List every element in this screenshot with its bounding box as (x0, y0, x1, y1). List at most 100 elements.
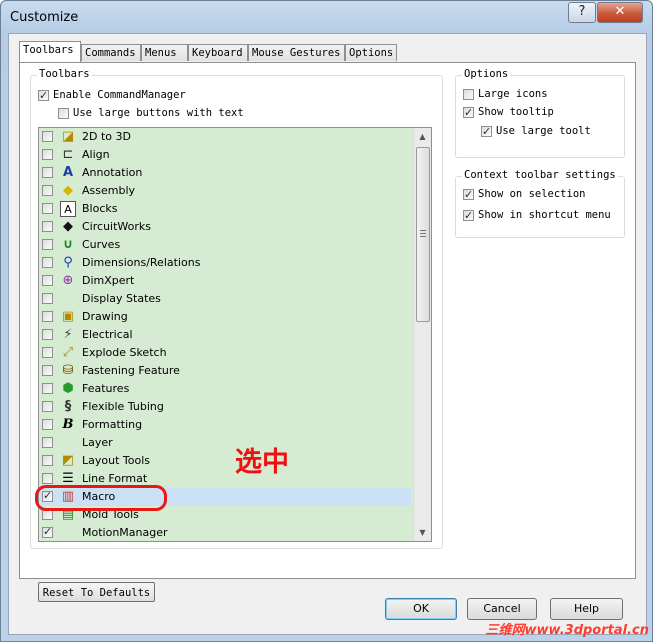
toolbar-checkbox[interactable] (42, 419, 53, 430)
help-title-button[interactable]: ? (568, 2, 596, 23)
toolbar-checkbox[interactable] (42, 221, 53, 232)
toolbar-checkbox[interactable] (42, 149, 53, 160)
toolbar-checkbox[interactable] (42, 257, 53, 268)
toolbars-group-legend: Toolbars (37, 68, 92, 80)
toolbar-label: CircuitWorks (82, 220, 151, 233)
enable-commandmanager-checkbox[interactable] (38, 88, 49, 104)
list-scrollbar[interactable]: ▲ ▼ (413, 128, 431, 541)
watermark-text: 三维网www.3dportal.cn (485, 623, 649, 638)
toolbar-checkbox[interactable] (42, 185, 53, 196)
cancel-button[interactable]: Cancel (467, 598, 537, 620)
toolbar-checkbox[interactable] (42, 203, 53, 214)
tab-mouse-gestures[interactable]: Mouse Gestures (248, 44, 345, 61)
toolbar-label: Annotation (82, 166, 143, 179)
toolbar-checkbox[interactable] (42, 293, 53, 304)
large-tooltips-label: Use large toolt (496, 125, 591, 137)
grip-line (420, 236, 426, 237)
list-item[interactable]: ◆ Assembly (39, 182, 411, 200)
toolbar-label: Assembly (82, 184, 136, 197)
toolbar-checkbox[interactable] (42, 525, 53, 538)
ok-button[interactable]: OK (385, 598, 457, 620)
tab-toolbars[interactable]: Toolbars (19, 41, 81, 62)
list-item[interactable]: ⛁ Fastening Feature (39, 362, 411, 380)
close-button[interactable]: ✕ (597, 2, 643, 23)
list-item[interactable]: ▣ Drawing (39, 308, 411, 326)
drawing-icon: ▣ (61, 309, 75, 324)
toolbar-checkbox[interactable] (42, 455, 53, 466)
list-item[interactable]: ⬢ Features (39, 380, 411, 398)
large-icons-option[interactable]: Large icons (463, 86, 548, 102)
scroll-thumb[interactable] (416, 147, 430, 322)
toolbar-checkbox[interactable] (42, 329, 53, 340)
list-item[interactable]: Layer (39, 434, 411, 452)
toolbar-label: Flexible Tubing (82, 400, 164, 413)
tab-commands[interactable]: Commands (81, 44, 141, 61)
list-item[interactable]: ⊕ DimXpert (39, 272, 411, 290)
large-buttons-text-option[interactable]: Use large buttons with text (58, 105, 244, 121)
list-item[interactable]: ⚲ Dimensions/Relations (39, 254, 411, 272)
toolbar-checkbox[interactable] (42, 275, 53, 286)
large-tooltips-option[interactable]: Use large toolt (481, 123, 591, 140)
list-item[interactable]: ◪ 2D to 3D (39, 128, 411, 146)
enable-commandmanager-option[interactable]: Enable CommandManager (38, 87, 186, 104)
toolbar-checkbox[interactable] (42, 311, 53, 322)
large-buttons-text-checkbox[interactable] (58, 107, 69, 119)
tab-options[interactable]: Options (345, 44, 397, 61)
show-on-selection-checkbox[interactable] (463, 187, 474, 203)
help-button[interactable]: Help (550, 598, 623, 620)
reset-to-defaults-button[interactable]: Reset To Defaults (38, 582, 155, 602)
show-tooltip-checkbox[interactable] (463, 105, 474, 121)
list-item[interactable]: ⚡ Electrical (39, 326, 411, 344)
large-icons-checkbox[interactable] (463, 88, 474, 100)
dialog-client-area: Toolbars Commands Menus Keyboard Mouse G… (8, 33, 647, 635)
toolbar-checkbox[interactable] (42, 437, 53, 448)
list-item[interactable]: A Blocks (39, 200, 411, 218)
list-item[interactable]: B Formatting (39, 416, 411, 434)
options-group: Options Large icons Show tooltip Use lar… (455, 68, 625, 158)
list-item[interactable]: ⊏ Align (39, 146, 411, 164)
toolbar-checkbox[interactable] (42, 167, 53, 178)
list-item[interactable]: ◆ CircuitWorks (39, 218, 411, 236)
toolbar-label: Formatting (82, 418, 143, 431)
toolbar-label: Blocks (82, 202, 118, 215)
show-tooltip-option[interactable]: Show tooltip (463, 104, 554, 121)
toolbar-label: Explode Sketch (82, 346, 167, 359)
toolbar-checkbox[interactable] (42, 383, 53, 394)
show-on-selection-option[interactable]: Show on selection (463, 186, 585, 203)
toolbar-label: Features (82, 382, 130, 395)
list-item[interactable]: § Flexible Tubing (39, 398, 411, 416)
list-item[interactable]: ◩ Layout Tools (39, 452, 411, 470)
title-bar[interactable]: Customize ? ✕ (1, 1, 652, 34)
large-tooltips-checkbox[interactable] (481, 124, 492, 140)
toolbar-checkbox[interactable] (42, 401, 53, 412)
toolbar-label: MotionManager (82, 526, 168, 539)
scroll-up-arrow-icon[interactable]: ▲ (414, 128, 431, 145)
toolbar-checkbox[interactable] (42, 131, 53, 142)
toolbar-label: Align (82, 148, 110, 161)
tab-menus[interactable]: Menus (141, 44, 188, 61)
list-item[interactable]: MotionManager (39, 524, 411, 541)
annotation-highlight-ring (35, 485, 167, 511)
list-item[interactable]: ∪ Curves (39, 236, 411, 254)
toolbar-label: Electrical (82, 328, 133, 341)
list-item[interactable]: ⤢ Explode Sketch (39, 344, 411, 362)
features-icon: ⬢ (62, 381, 74, 396)
context-toolbar-group-legend: Context toolbar settings (462, 169, 618, 181)
toolbar-checkbox[interactable] (42, 239, 53, 250)
flexible-tubing-icon: § (64, 399, 72, 414)
toolbar-checkbox[interactable] (42, 365, 53, 376)
toolbar-list[interactable]: ◪ 2D to 3D ⊏ Align A Annotation ◆ Assemb… (38, 127, 432, 542)
toolbar-checkbox[interactable] (42, 473, 53, 484)
tab-keyboard[interactable]: Keyboard (188, 44, 248, 61)
toolbar-label: 2D to 3D (82, 130, 131, 143)
align-icon: ⊏ (62, 147, 74, 162)
list-item[interactable]: A Annotation (39, 164, 411, 182)
list-item[interactable]: Display States (39, 290, 411, 308)
toolbar-checkbox[interactable] (42, 347, 53, 358)
scroll-down-arrow-icon[interactable]: ▼ (414, 524, 431, 541)
blocks-icon: A (60, 201, 76, 217)
toolbar-label: Layout Tools (82, 454, 150, 467)
show-in-shortcut-menu-option[interactable]: Show in shortcut menu (463, 207, 611, 224)
curves-icon: ∪ (62, 237, 74, 252)
show-in-shortcut-menu-checkbox[interactable] (463, 208, 474, 224)
